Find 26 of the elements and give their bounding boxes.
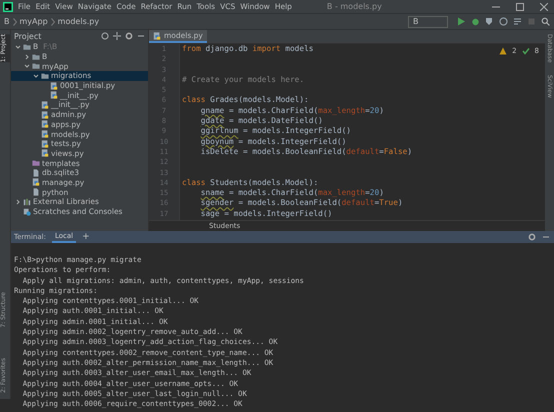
breadcrumb[interactable]: B bbox=[4, 17, 10, 26]
search-icon[interactable] bbox=[541, 17, 550, 26]
add-tab-button[interactable]: + bbox=[82, 232, 90, 242]
chevron-icon bbox=[12, 18, 16, 26]
run-icon[interactable] bbox=[457, 17, 466, 26]
panel-title[interactable]: Project bbox=[14, 32, 42, 40]
file-icon bbox=[32, 188, 40, 196]
python-file-icon bbox=[153, 32, 161, 40]
python-file-icon bbox=[32, 178, 40, 186]
shield-icon[interactable] bbox=[485, 17, 494, 26]
close-icon[interactable] bbox=[540, 2, 548, 10]
scratch-icon bbox=[23, 208, 31, 216]
folder-icon bbox=[32, 159, 40, 168]
warning-icon[interactable] bbox=[499, 47, 508, 55]
breadcrumb[interactable]: myApp bbox=[20, 17, 48, 26]
collapse-icon[interactable] bbox=[113, 32, 121, 40]
library-icon bbox=[23, 198, 31, 206]
file-icon bbox=[32, 168, 40, 177]
checkmark-icon[interactable] bbox=[522, 47, 530, 55]
list-icon[interactable] bbox=[513, 17, 522, 26]
maximize-icon[interactable] bbox=[516, 2, 524, 10]
breadcrumb[interactable]: models.py bbox=[58, 17, 100, 26]
window-title: B - models.py bbox=[326, 2, 382, 11]
chevron-icon bbox=[50, 18, 55, 26]
run-config-dropdown[interactable]: B bbox=[408, 16, 448, 28]
app-logo-icon bbox=[3, 2, 13, 12]
